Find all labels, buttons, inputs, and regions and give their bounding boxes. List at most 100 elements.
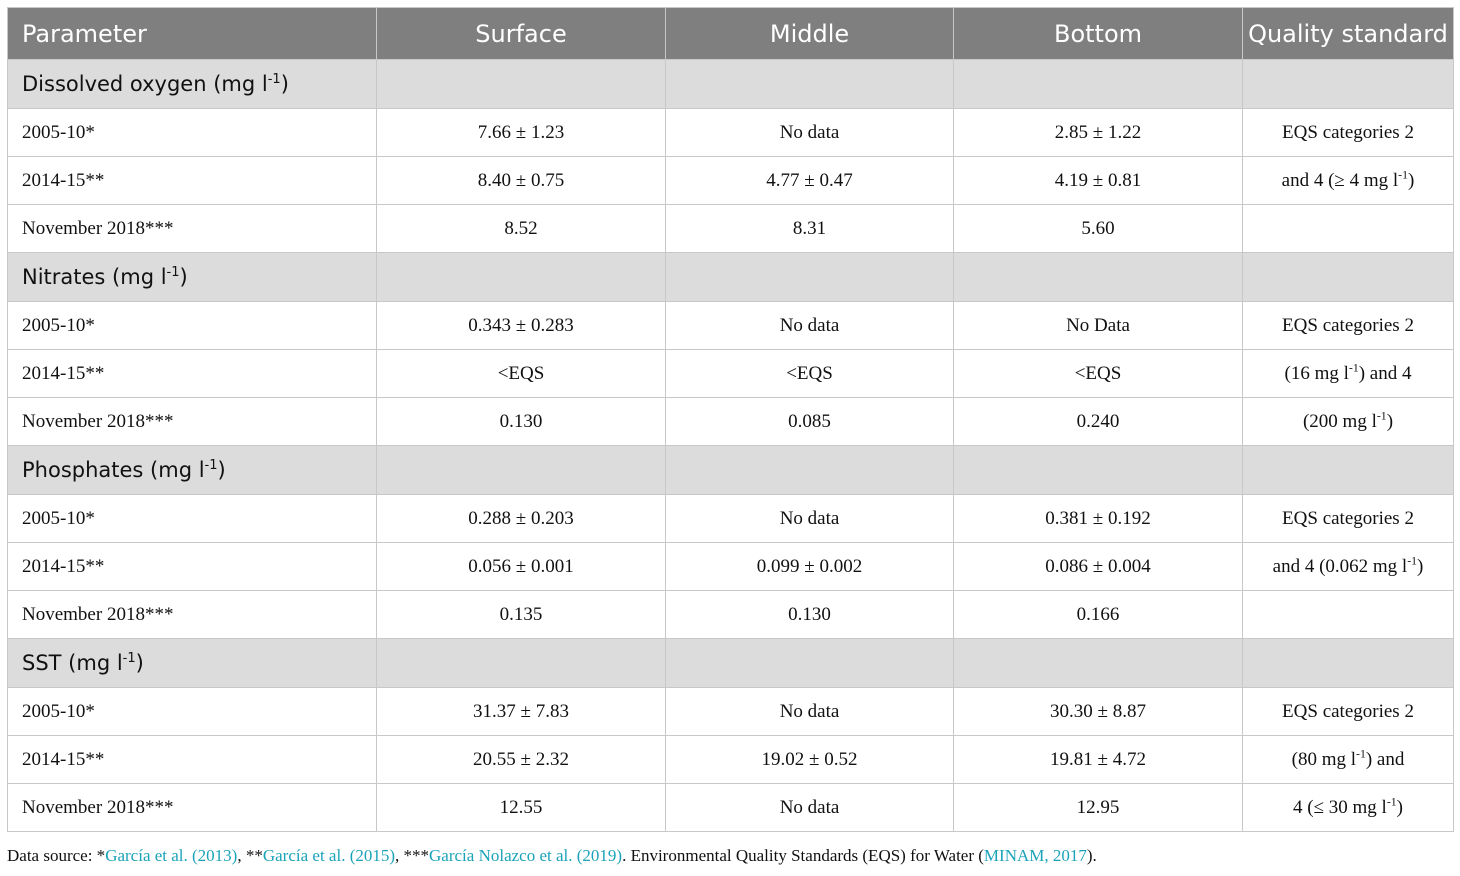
standard-superscript: -1	[1398, 168, 1408, 182]
table-row: 2005-10* 7.66 ± 1.23 No data 2.85 ± 1.22 EQS…	[7, 108, 1454, 157]
section-empty-cell	[665, 252, 954, 302]
citation-link[interactable]: García et al. (2015)	[263, 846, 395, 865]
section-empty-cell	[376, 59, 666, 109]
cell-period: 2005-10*	[7, 301, 377, 350]
cell-quality-standard: and 4 (≥ 4 mg l-1)	[1242, 156, 1454, 205]
citation-link[interactable]: García et al. (2013)	[105, 846, 237, 865]
header-parameter: Parameter	[7, 7, 377, 60]
section-empty-cell	[953, 59, 1243, 109]
section-empty-cell	[953, 638, 1243, 688]
cell-bottom: 30.30 ± 8.87	[953, 687, 1243, 736]
header-row: Parameter Surface Middle Bottom Quality …	[7, 7, 1454, 60]
section-label: Phosphates (mg l-1)	[7, 445, 377, 495]
cell-bottom: 0.240	[953, 397, 1243, 446]
standard-text: (16 mg l	[1284, 362, 1349, 384]
cell-surface: 0.130	[376, 397, 666, 446]
cell-quality-standard: and 4 (0.062 mg l-1)	[1242, 542, 1454, 591]
table-row: 2014-15** 20.55 ± 2.32 19.02 ± 0.52 19.81 ±…	[7, 735, 1454, 784]
cell-quality-standard: EQS categories 2	[1242, 301, 1454, 350]
section-label-superscript: -1	[204, 458, 218, 473]
cell-middle: 8.31	[665, 204, 954, 253]
cell-surface: 0.288 ± 0.203	[376, 494, 666, 543]
cell-period: 2005-10*	[7, 687, 377, 736]
standard-text: and 4 (0.062 mg l	[1272, 555, 1408, 577]
cell-quality-standard: (80 mg l-1) and	[1242, 735, 1454, 784]
table-row: November 2018*** 8.52 8.31 5.60	[7, 204, 1454, 253]
section-label-text: Dissolved oxygen (mg l	[22, 72, 268, 96]
cell-period: 2014-15**	[7, 156, 377, 205]
citation-link[interactable]: MINAM, 2017	[984, 846, 1087, 865]
cell-period: November 2018***	[7, 204, 377, 253]
section-row: Nitrates (mg l-1)	[7, 252, 1454, 302]
cell-quality-standard: EQS categories 2	[1242, 108, 1454, 157]
cell-middle: 4.77 ± 0.47	[665, 156, 954, 205]
cell-bottom: 5.60	[953, 204, 1243, 253]
cell-period: 2005-10*	[7, 494, 377, 543]
cell-period: November 2018***	[7, 783, 377, 832]
cell-middle: No data	[665, 687, 954, 736]
cell-bottom: 4.19 ± 0.81	[953, 156, 1243, 205]
footnote-prefix: Data source: *	[7, 846, 106, 865]
standard-text: 4 (≤ 30 mg l	[1293, 796, 1387, 818]
standard-text: EQS categories 2	[1282, 700, 1414, 722]
cell-surface: 0.343 ± 0.283	[376, 301, 666, 350]
standard-text: EQS categories 2	[1282, 121, 1414, 143]
cell-quality-standard	[1242, 590, 1454, 639]
section-empty-cell	[665, 59, 954, 109]
header-quality-standard: Quality standard	[1242, 7, 1454, 60]
cell-bottom: 12.95	[953, 783, 1243, 832]
section-label: SST (mg l-1)	[7, 638, 377, 688]
citation-link[interactable]: García Nolazco et al. (2019)	[429, 846, 622, 865]
cell-bottom: 2.85 ± 1.22	[953, 108, 1243, 157]
table-container: Parameter Surface Middle Bottom Quality …	[7, 7, 1454, 832]
table-row: November 2018*** 0.130 0.085 0.240 (200 mg l…	[7, 397, 1454, 446]
section-label-end: )	[280, 72, 289, 96]
section-empty-cell	[1242, 638, 1454, 688]
cell-surface: 31.37 ± 7.83	[376, 687, 666, 736]
cell-surface: 0.056 ± 0.001	[376, 542, 666, 591]
table-row: 2014-15** 8.40 ± 0.75 4.77 ± 0.47 4.19 ± 0.…	[7, 156, 1454, 205]
standard-text-end: )	[1417, 555, 1424, 577]
cell-surface: <EQS	[376, 349, 666, 398]
cell-period: 2014-15**	[7, 349, 377, 398]
section-label-text: Nitrates (mg l	[22, 265, 167, 289]
standard-superscript: -1	[1348, 361, 1359, 375]
cell-period: November 2018***	[7, 397, 377, 446]
cell-surface: 8.40 ± 0.75	[376, 156, 666, 205]
cell-middle: No data	[665, 494, 954, 543]
footnote-separator: , **	[237, 846, 263, 865]
cell-middle: 0.085	[665, 397, 954, 446]
section-empty-cell	[376, 252, 666, 302]
cell-quality-standard: (16 mg l-1) and 4	[1242, 349, 1454, 398]
cell-surface: 0.135	[376, 590, 666, 639]
cell-period: 2014-15**	[7, 542, 377, 591]
cell-middle: No data	[665, 108, 954, 157]
section-row: SST (mg l-1)	[7, 638, 1454, 688]
section-empty-cell	[1242, 59, 1454, 109]
standard-text-end: )	[1407, 169, 1415, 191]
standard-superscript: -1	[1356, 747, 1366, 761]
cell-period: 2005-10*	[7, 108, 377, 157]
section-label-text: Phosphates (mg l	[22, 458, 205, 482]
cell-quality-standard: EQS categories 2	[1242, 687, 1454, 736]
table-row: November 2018*** 12.55 No data 12.95 4 (≤ 30…	[7, 783, 1454, 832]
section-empty-cell	[376, 638, 666, 688]
table-row: 2014-15** <EQS <EQS <EQS (16 mg l-1) and 4	[7, 349, 1454, 398]
section-row: Phosphates (mg l-1)	[7, 445, 1454, 495]
standard-text-end: )	[1386, 410, 1394, 432]
table-row: 2014-15** 0.056 ± 0.001 0.099 ± 0.002 0.086…	[7, 542, 1454, 591]
table-row: 2005-10* 0.288 ± 0.203 No data 0.381 ± 0.19…	[7, 494, 1454, 543]
cell-surface: 7.66 ± 1.23	[376, 108, 666, 157]
table-row: 2005-10* 31.37 ± 7.83 No data 30.30 ± 8.87 E…	[7, 687, 1454, 736]
footnote-middle: . Environmental Quality Standards (EQS) …	[622, 846, 984, 865]
cell-quality-standard	[1242, 204, 1454, 253]
header-surface: Surface	[376, 7, 666, 60]
cell-bottom: 0.381 ± 0.192	[953, 494, 1243, 543]
footnote-suffix: ).	[1086, 846, 1097, 865]
cell-bottom: No Data	[953, 301, 1243, 350]
section-label: Dissolved oxygen (mg l-1)	[7, 59, 377, 109]
cell-middle: 19.02 ± 0.52	[665, 735, 954, 784]
standard-text: EQS categories 2	[1282, 507, 1414, 529]
standard-superscript: -1	[1407, 554, 1418, 568]
cell-middle: No data	[665, 301, 954, 350]
